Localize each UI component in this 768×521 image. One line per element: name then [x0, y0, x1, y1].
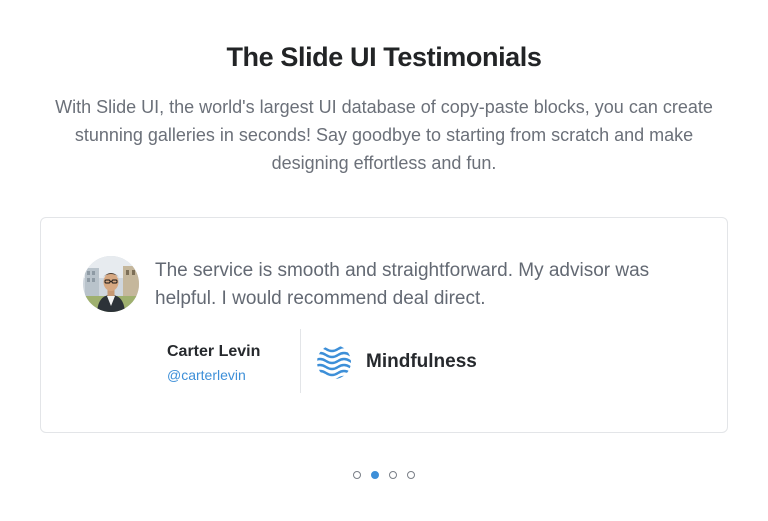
- author-info: Carter Levin @carterlevin: [167, 342, 260, 384]
- pagination-dot-1[interactable]: [353, 471, 361, 479]
- pagination-dots: [0, 471, 768, 479]
- page-subtitle: With Slide UI, the world's largest UI da…: [55, 97, 713, 173]
- avatar-photo-icon: [83, 256, 139, 312]
- testimonial-quote: The service is smooth and straightforwar…: [155, 260, 650, 309]
- vertical-divider: [300, 329, 301, 393]
- testimonials-section: The Slide UI Testimonials With Slide UI,…: [0, 0, 768, 521]
- pagination-dot-4[interactable]: [407, 471, 415, 479]
- author-name: Carter Levin: [167, 343, 261, 360]
- company-name: Mindfulness: [366, 351, 477, 372]
- testimonial-card: The service is smooth and straightforwar…: [40, 217, 728, 433]
- waves-logo-icon: [316, 344, 352, 380]
- page-title: The Slide UI Testimonials: [226, 42, 542, 72]
- author-avatar: [83, 256, 139, 312]
- company-info: Mindfulness: [316, 344, 477, 380]
- author-handle-link[interactable]: @carterlevin: [167, 366, 260, 384]
- pagination-dot-3[interactable]: [389, 471, 397, 479]
- pagination-dot-2[interactable]: [371, 471, 379, 479]
